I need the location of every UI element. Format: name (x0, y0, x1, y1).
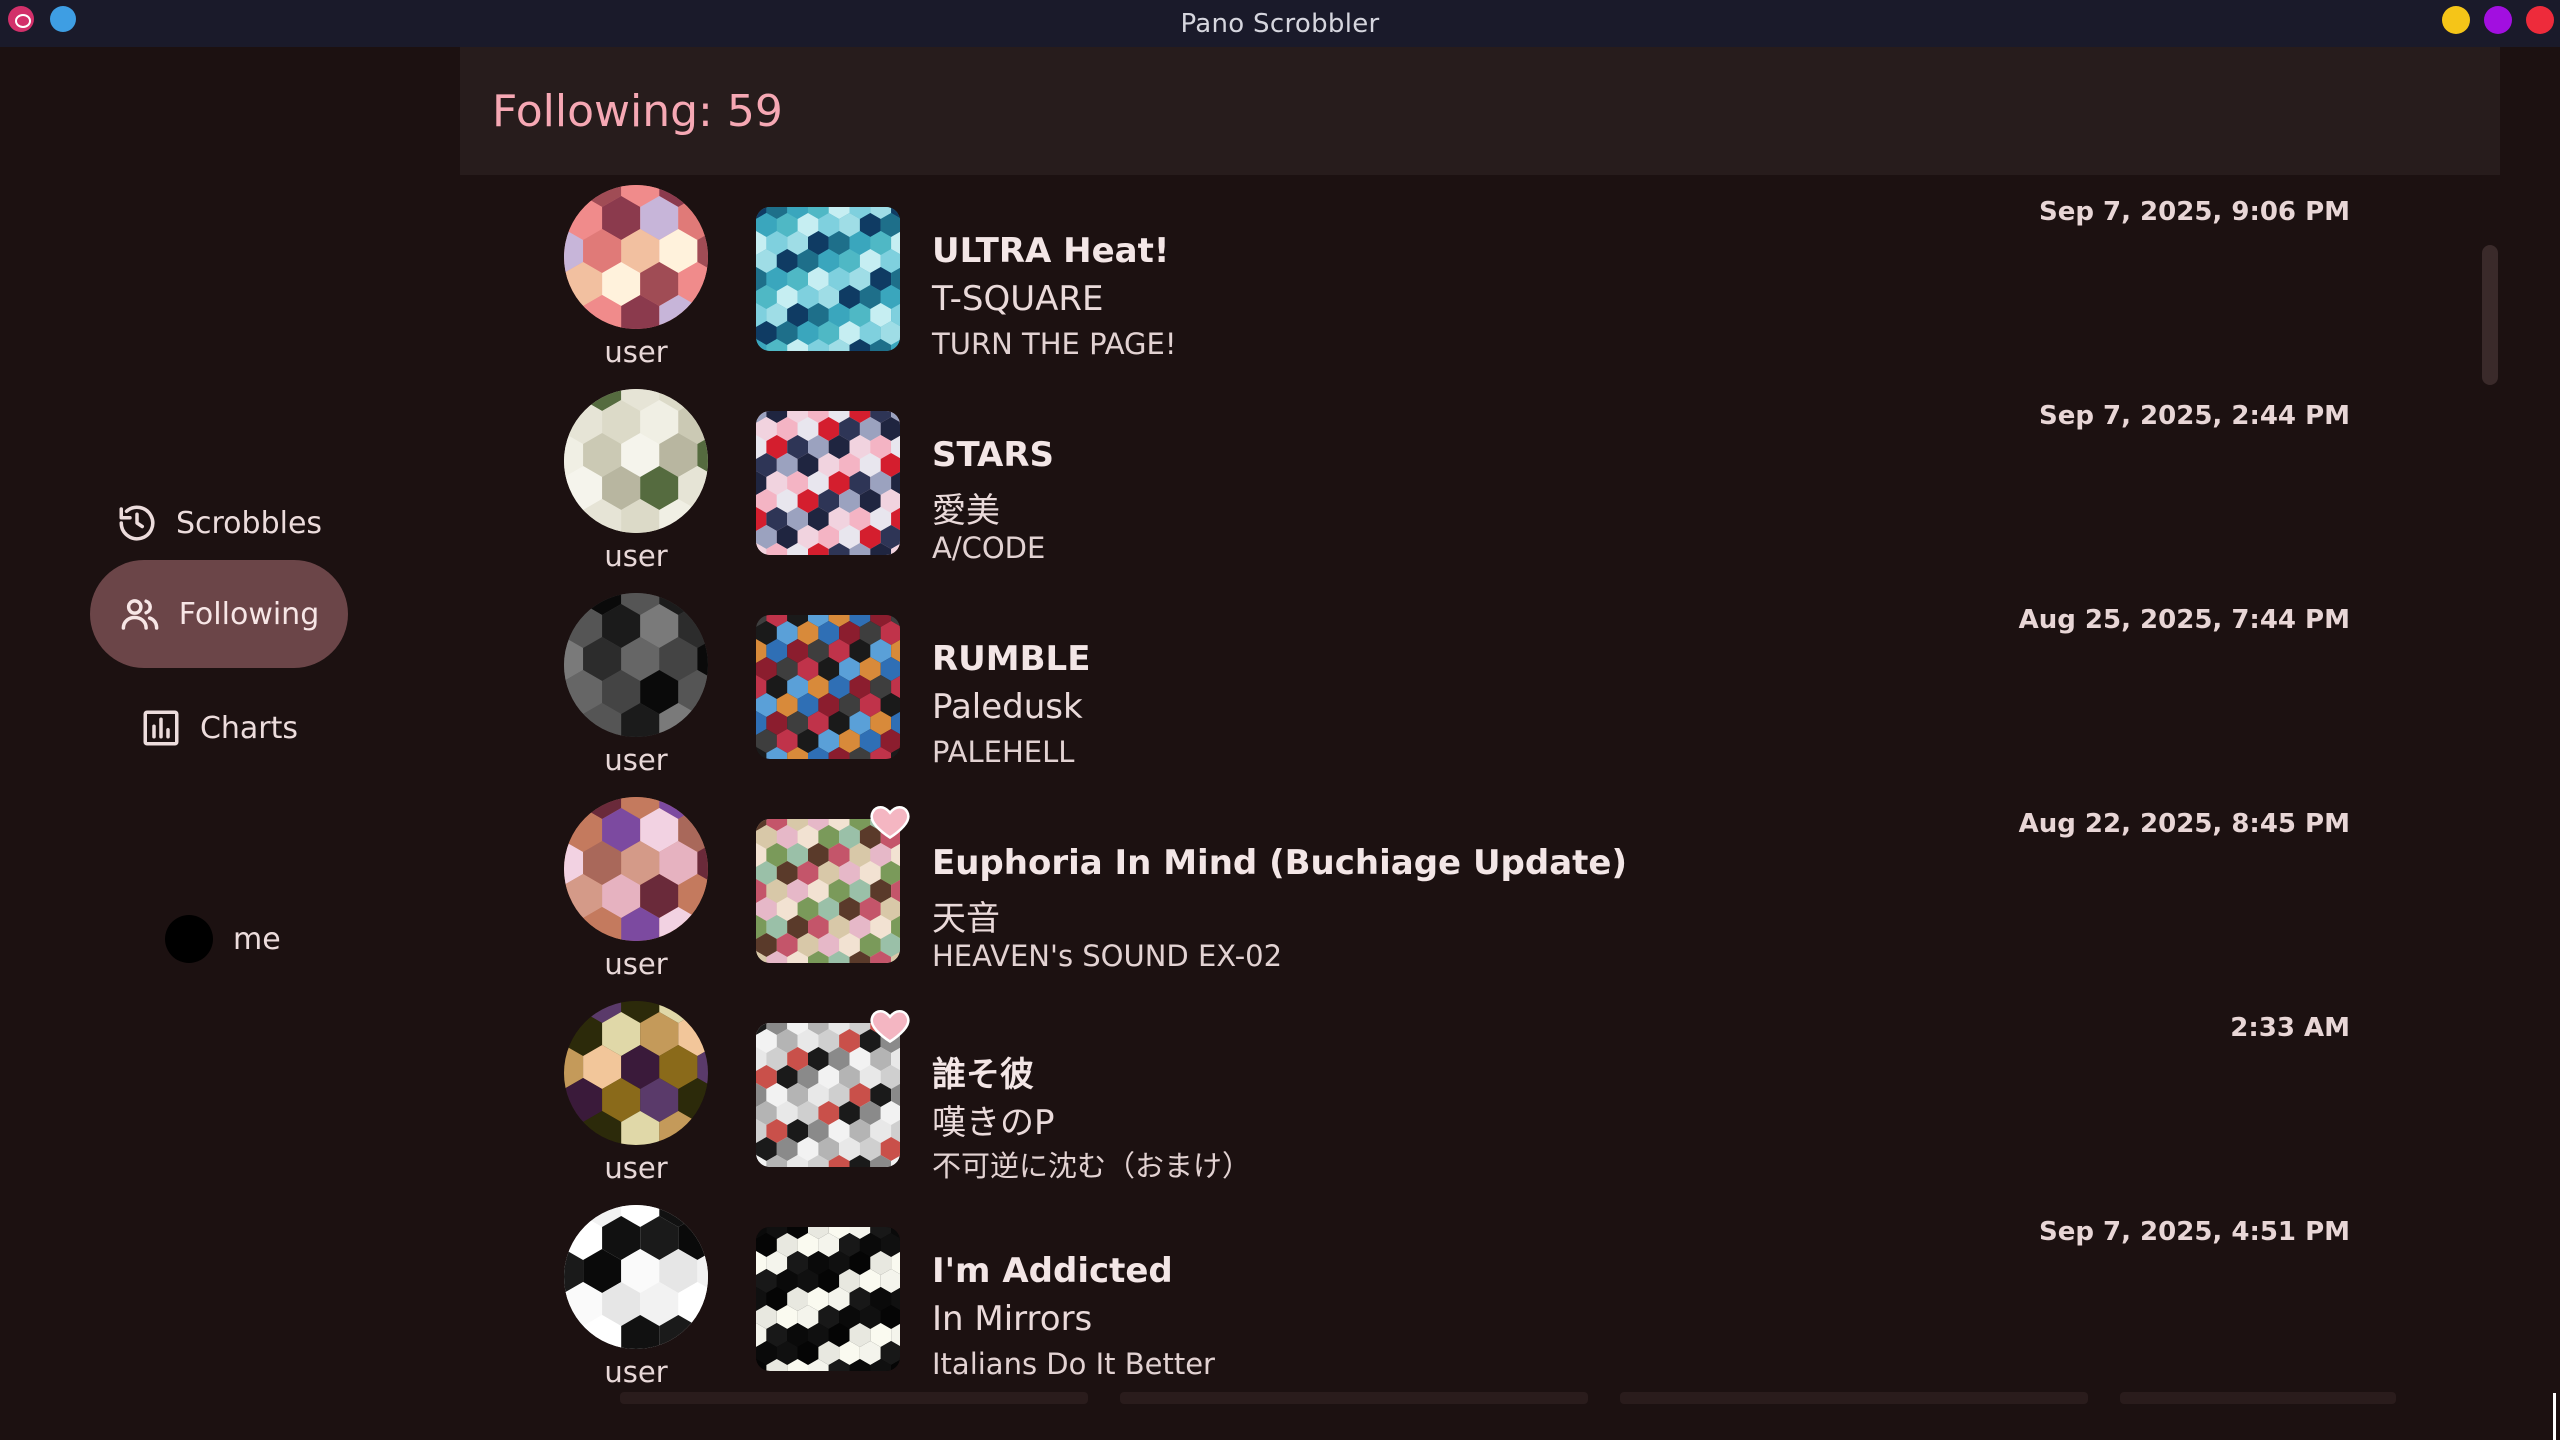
username-label[interactable]: user (564, 947, 708, 981)
feed-row[interactable]: user STARS 愛美 A/CODE Sep 7, 2025, 2:44 PM (460, 379, 2350, 583)
heart-icon (870, 1009, 910, 1044)
scrobble-time: Sep 7, 2025, 2:44 PM (2039, 401, 2350, 431)
username-label[interactable]: user (564, 743, 708, 777)
scrobble-time: Aug 25, 2025, 7:44 PM (2018, 605, 2350, 635)
page-header: Following: 59 (460, 47, 2500, 175)
history-icon (119, 505, 155, 541)
album-name: 不可逆に沈む（おまけ） (932, 1149, 1252, 1183)
scrobble-time: Aug 22, 2025, 8:45 PM (2018, 809, 2350, 839)
sidebar-item-following[interactable]: Following (90, 560, 348, 668)
user-avatar[interactable] (564, 593, 708, 737)
album-name: PALEHELL (932, 735, 1075, 769)
username-label[interactable]: user (564, 1151, 708, 1185)
album-name: HEAVEN's SOUND EX-02 (932, 939, 1283, 973)
title-bar[interactable]: Pano Scrobbler (0, 0, 2560, 47)
username-label[interactable]: user (564, 1355, 708, 1389)
avatar (165, 915, 213, 963)
heart-icon (870, 805, 910, 840)
maximize-button[interactable] (2484, 6, 2512, 34)
bottom-indicator (1120, 1392, 1588, 1404)
user-avatar[interactable] (564, 1001, 708, 1145)
track-title: ULTRA Heat! (932, 231, 1170, 271)
scrobble-time: Sep 7, 2025, 4:51 PM (2039, 1217, 2350, 1247)
track-title: 誰そ彼 (932, 1055, 1034, 1095)
bottom-indicator (2120, 1392, 2396, 1404)
bottom-indicator (1620, 1392, 2088, 1404)
track-title: RUMBLE (932, 639, 1091, 679)
scrollbar[interactable] (2482, 245, 2498, 385)
profile-label: me (233, 921, 281, 957)
close-button[interactable] (2526, 6, 2554, 34)
scrobble-time: Sep 7, 2025, 9:06 PM (2039, 197, 2350, 227)
text-cursor (2553, 1393, 2556, 1440)
people-icon (121, 599, 159, 630)
app-window: Pano Scrobbler Scrobbles Following Chart… (0, 0, 2560, 1440)
track-title: I'm Addicted (932, 1251, 1173, 1291)
window-title: Pano Scrobbler (1180, 8, 1380, 39)
following-list[interactable]: user ULTRA Heat! T-SQUARE TURN THE PAGE! Sep… (460, 175, 2500, 1405)
feed-row[interactable]: user ULTRA Heat! T-SQUARE TURN THE PAGE! Sep… (460, 175, 2350, 379)
feed-row[interactable]: user I'm Addicted In Mirrors Italians Do It… (460, 1195, 2350, 1399)
feed-row[interactable]: user Euphoria In Mind (Buchiage Update) 天音… (460, 787, 2350, 991)
sidebar: Scrobbles Following Charts me (0, 47, 460, 1440)
album-cover[interactable] (756, 411, 900, 555)
album-cover[interactable] (756, 207, 900, 351)
album-name: TURN THE PAGE! (932, 327, 1177, 361)
bottom-indicator (620, 1392, 1088, 1404)
sidebar-item-label: Charts (199, 710, 299, 746)
feed-row[interactable]: user RUMBLE Paledusk PALEHELL Aug 25, 2025, … (460, 583, 2350, 787)
album-name: Italians Do It Better (932, 1347, 1215, 1381)
user-avatar[interactable] (564, 389, 708, 533)
artist-name: 嘆きのP (932, 1103, 1055, 1143)
user-avatar[interactable] (564, 797, 708, 941)
album-cover[interactable] (756, 1227, 900, 1371)
artist-name: 愛美 (932, 491, 1000, 531)
artist-name: Paledusk (932, 687, 1083, 727)
scrobble-time: 2:33 AM (2230, 1013, 2350, 1043)
pin-icon[interactable] (50, 6, 76, 32)
page-title: Following: 59 (492, 85, 783, 137)
artist-name: 天音 (932, 899, 1000, 939)
sidebar-item-label: Following (178, 596, 320, 632)
feed-row[interactable]: user 誰そ彼嘆きのP 不可逆に沈む（おまけ） 2:33 AM (460, 991, 2350, 1195)
minimize-button[interactable] (2442, 6, 2470, 34)
track-title: STARS (932, 435, 1055, 475)
app-logo-icon (8, 6, 34, 32)
album-name: A/CODE (932, 531, 1046, 565)
track-title: Euphoria In Mind (Buchiage Update) (932, 843, 1628, 883)
bar-chart-icon (143, 710, 179, 746)
profile-button[interactable]: me (165, 915, 281, 963)
album-cover[interactable] (756, 615, 900, 759)
user-avatar[interactable] (564, 185, 708, 329)
username-label[interactable]: user (564, 335, 708, 369)
artist-name: T-SQUARE (932, 279, 1104, 319)
username-label[interactable]: user (564, 539, 708, 573)
sidebar-item-label: Scrobbles (175, 505, 323, 541)
user-avatar[interactable] (564, 1205, 708, 1349)
artist-name: In Mirrors (932, 1299, 1093, 1339)
sidebar-item-charts[interactable]: Charts (90, 674, 348, 782)
